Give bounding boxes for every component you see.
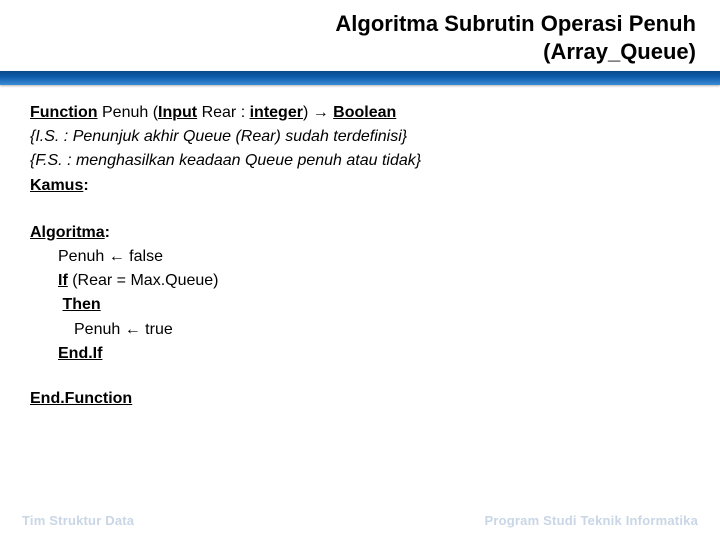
algo-line-1: Penuh ← false [58,245,690,268]
kamus-label: Kamus: [30,174,690,197]
params-text: Rear : [197,104,249,121]
type-keyword: integer [250,104,303,121]
kamus-word: Kamus [30,177,83,194]
arrow-left-icon: ← [109,248,125,265]
footer-left-text: Tim Struktur Data [22,513,134,528]
if-keyword: If [58,272,68,289]
slide-content: Function Penuh (Input Rear : integer) → … [0,85,720,410]
end-function: End.Function [30,387,690,410]
then-keyword: Then [62,296,100,313]
function-keyword: Function [30,104,98,121]
function-signature: Function Penuh (Input Rear : integer) → … [30,101,690,124]
algoritma-colon: : [105,224,110,241]
initial-state: {I.S. : Penunjuk akhir Queue (Rear) suda… [30,125,690,148]
algo-line-2: If (Rear = Max.Queue) [58,269,690,292]
algo-l4-b: true [141,321,173,338]
algo-l4-a: Penuh [74,321,125,338]
algo-line-5: End.If [58,342,690,365]
function-name: Penuh ( [98,104,158,121]
algo-line-4: Penuh ← true [74,318,690,341]
endif-keyword: End.If [58,345,102,362]
algoritma-label: Algoritma: [30,221,690,244]
end-function-keyword: End.Function [30,390,132,407]
final-state: {F.S. : menghasilkan keadaan Queue penuh… [30,149,690,172]
algo-l1-a: Penuh [58,248,109,265]
if-condition: (Rear = Max.Queue) [68,272,219,289]
algoritma-section: Algoritma: Penuh ← false If (Rear = Max.… [30,221,690,365]
slide-title: Algoritma Subrutin Operasi Penuh (Array_… [24,10,696,65]
arrow-right: → [308,104,333,121]
algo-l1-b: false [125,248,163,265]
algoritma-word: Algoritma [30,224,105,241]
footer-right-text: Program Studi Teknik Informatika [485,513,698,528]
kamus-colon: : [83,177,88,194]
input-keyword: Input [158,104,197,121]
algo-line-3: Then [58,293,690,316]
header-accent-bar [0,71,720,85]
title-line-1: Algoritma Subrutin Operasi Penuh [335,11,696,36]
arrow-left-icon: ← [125,321,141,338]
slide-footer: Tim Struktur Data Program Studi Teknik I… [0,513,720,528]
slide-header: Algoritma Subrutin Operasi Penuh (Array_… [0,0,720,71]
title-line-2: (Array_Queue) [543,39,696,64]
return-keyword: Boolean [333,104,396,121]
